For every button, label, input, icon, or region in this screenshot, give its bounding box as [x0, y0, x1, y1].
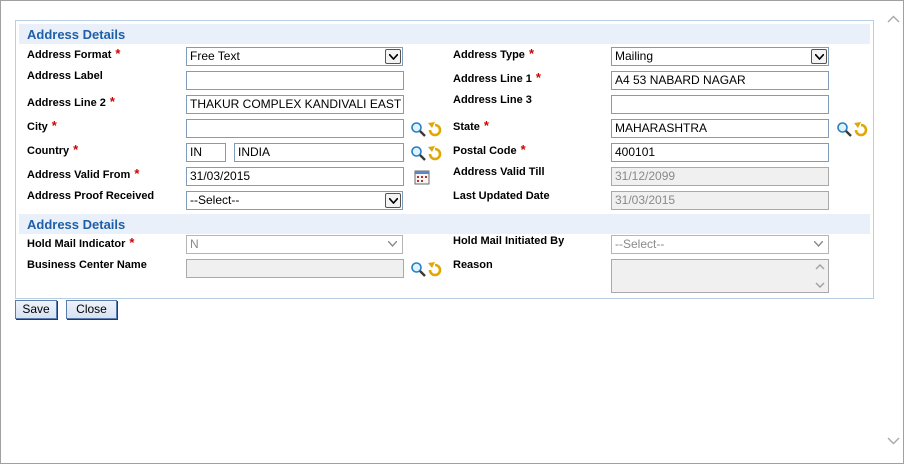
- required-marker: *: [483, 118, 489, 133]
- required-marker: *: [535, 70, 541, 85]
- chevron-down-icon: [385, 49, 401, 64]
- valid-till-input: 31/12/2099: [611, 167, 829, 186]
- country-name-input[interactable]: INDIA: [234, 143, 404, 162]
- reason-label: Reason: [453, 259, 493, 271]
- required-marker: *: [115, 46, 121, 61]
- address-line2-input[interactable]: THAKUR COMPLEX KANDIVALI EAST: [186, 95, 404, 114]
- state-input[interactable]: MAHARASHTRA: [611, 119, 829, 138]
- city-input[interactable]: [186, 119, 404, 138]
- required-marker: *: [520, 142, 526, 157]
- country-code-input[interactable]: IN: [186, 143, 226, 162]
- address-line3-input[interactable]: [611, 95, 829, 114]
- hold-mail-indicator-select: N: [186, 235, 403, 254]
- postal-code-input[interactable]: 400101: [611, 143, 829, 162]
- scroll-up-icon[interactable]: [885, 11, 902, 28]
- calendar-icon[interactable]: [414, 169, 430, 185]
- postal-code-label: Postal Code *: [453, 142, 526, 157]
- required-marker: *: [528, 46, 534, 61]
- chevron-down-icon: [811, 49, 827, 64]
- address-form-panel: Address Details Address Format * Free Tex…: [15, 20, 874, 299]
- section-title-address-details: Address Details: [19, 24, 870, 44]
- address-label-label: Address Label: [27, 70, 103, 82]
- address-type-label: Address Type *: [453, 46, 534, 61]
- close-button[interactable]: Close: [66, 300, 117, 319]
- hold-mail-initiated-by-select: --Select--: [611, 235, 829, 254]
- required-marker: *: [129, 235, 135, 250]
- vertical-scrollbar[interactable]: [885, 2, 902, 462]
- last-updated-label: Last Updated Date: [453, 190, 550, 202]
- chevron-down-icon: [385, 193, 401, 208]
- reset-icon[interactable]: [426, 121, 444, 139]
- address-line3-label: Address Line 3: [453, 94, 532, 106]
- country-label: Country *: [27, 142, 79, 157]
- chevron-down-icon: [385, 237, 401, 252]
- state-label: State *: [453, 118, 489, 133]
- address-line1-label: Address Line 1 *: [453, 70, 541, 85]
- business-center-label: Business Center Name: [27, 259, 147, 271]
- scroll-up-icon: [815, 264, 825, 270]
- address-line1-input[interactable]: A4 53 NABARD NAGAR: [611, 71, 829, 90]
- valid-till-label: Address Valid Till: [453, 166, 545, 178]
- proof-received-label: Address Proof Received: [27, 190, 155, 202]
- reason-textarea: [611, 259, 829, 293]
- reset-icon[interactable]: [426, 261, 444, 279]
- scroll-down-icon[interactable]: [885, 432, 902, 449]
- business-center-input: [186, 259, 404, 278]
- chevron-down-icon: [811, 237, 827, 252]
- address-label-input[interactable]: [186, 71, 404, 90]
- valid-from-label: Address Valid From *: [27, 166, 140, 181]
- address-line2-label: Address Line 2 *: [27, 94, 115, 109]
- required-marker: *: [134, 166, 140, 181]
- city-label: City *: [27, 118, 57, 133]
- proof-received-select[interactable]: --Select--: [186, 191, 403, 210]
- required-marker: *: [73, 142, 79, 157]
- scroll-down-icon: [815, 282, 825, 288]
- hold-mail-indicator-label: Hold Mail Indicator *: [27, 235, 135, 250]
- address-format-label: Address Format *: [27, 46, 121, 61]
- dialog-window: Address Details Address Format * Free Tex…: [0, 0, 904, 464]
- reset-icon[interactable]: [426, 145, 444, 163]
- required-marker: *: [109, 94, 115, 109]
- required-marker: *: [51, 118, 57, 133]
- address-format-select[interactable]: Free Text: [186, 47, 403, 66]
- last-updated-input: 31/03/2015: [611, 191, 829, 210]
- address-type-select[interactable]: Mailing: [611, 47, 829, 66]
- valid-from-input[interactable]: 31/03/2015: [186, 167, 404, 186]
- hold-mail-initiated-by-label: Hold Mail Initiated By: [453, 235, 565, 247]
- save-button[interactable]: Save: [15, 300, 57, 319]
- reset-icon[interactable]: [852, 121, 870, 139]
- section-title-address-details-2: Address Details: [19, 214, 870, 234]
